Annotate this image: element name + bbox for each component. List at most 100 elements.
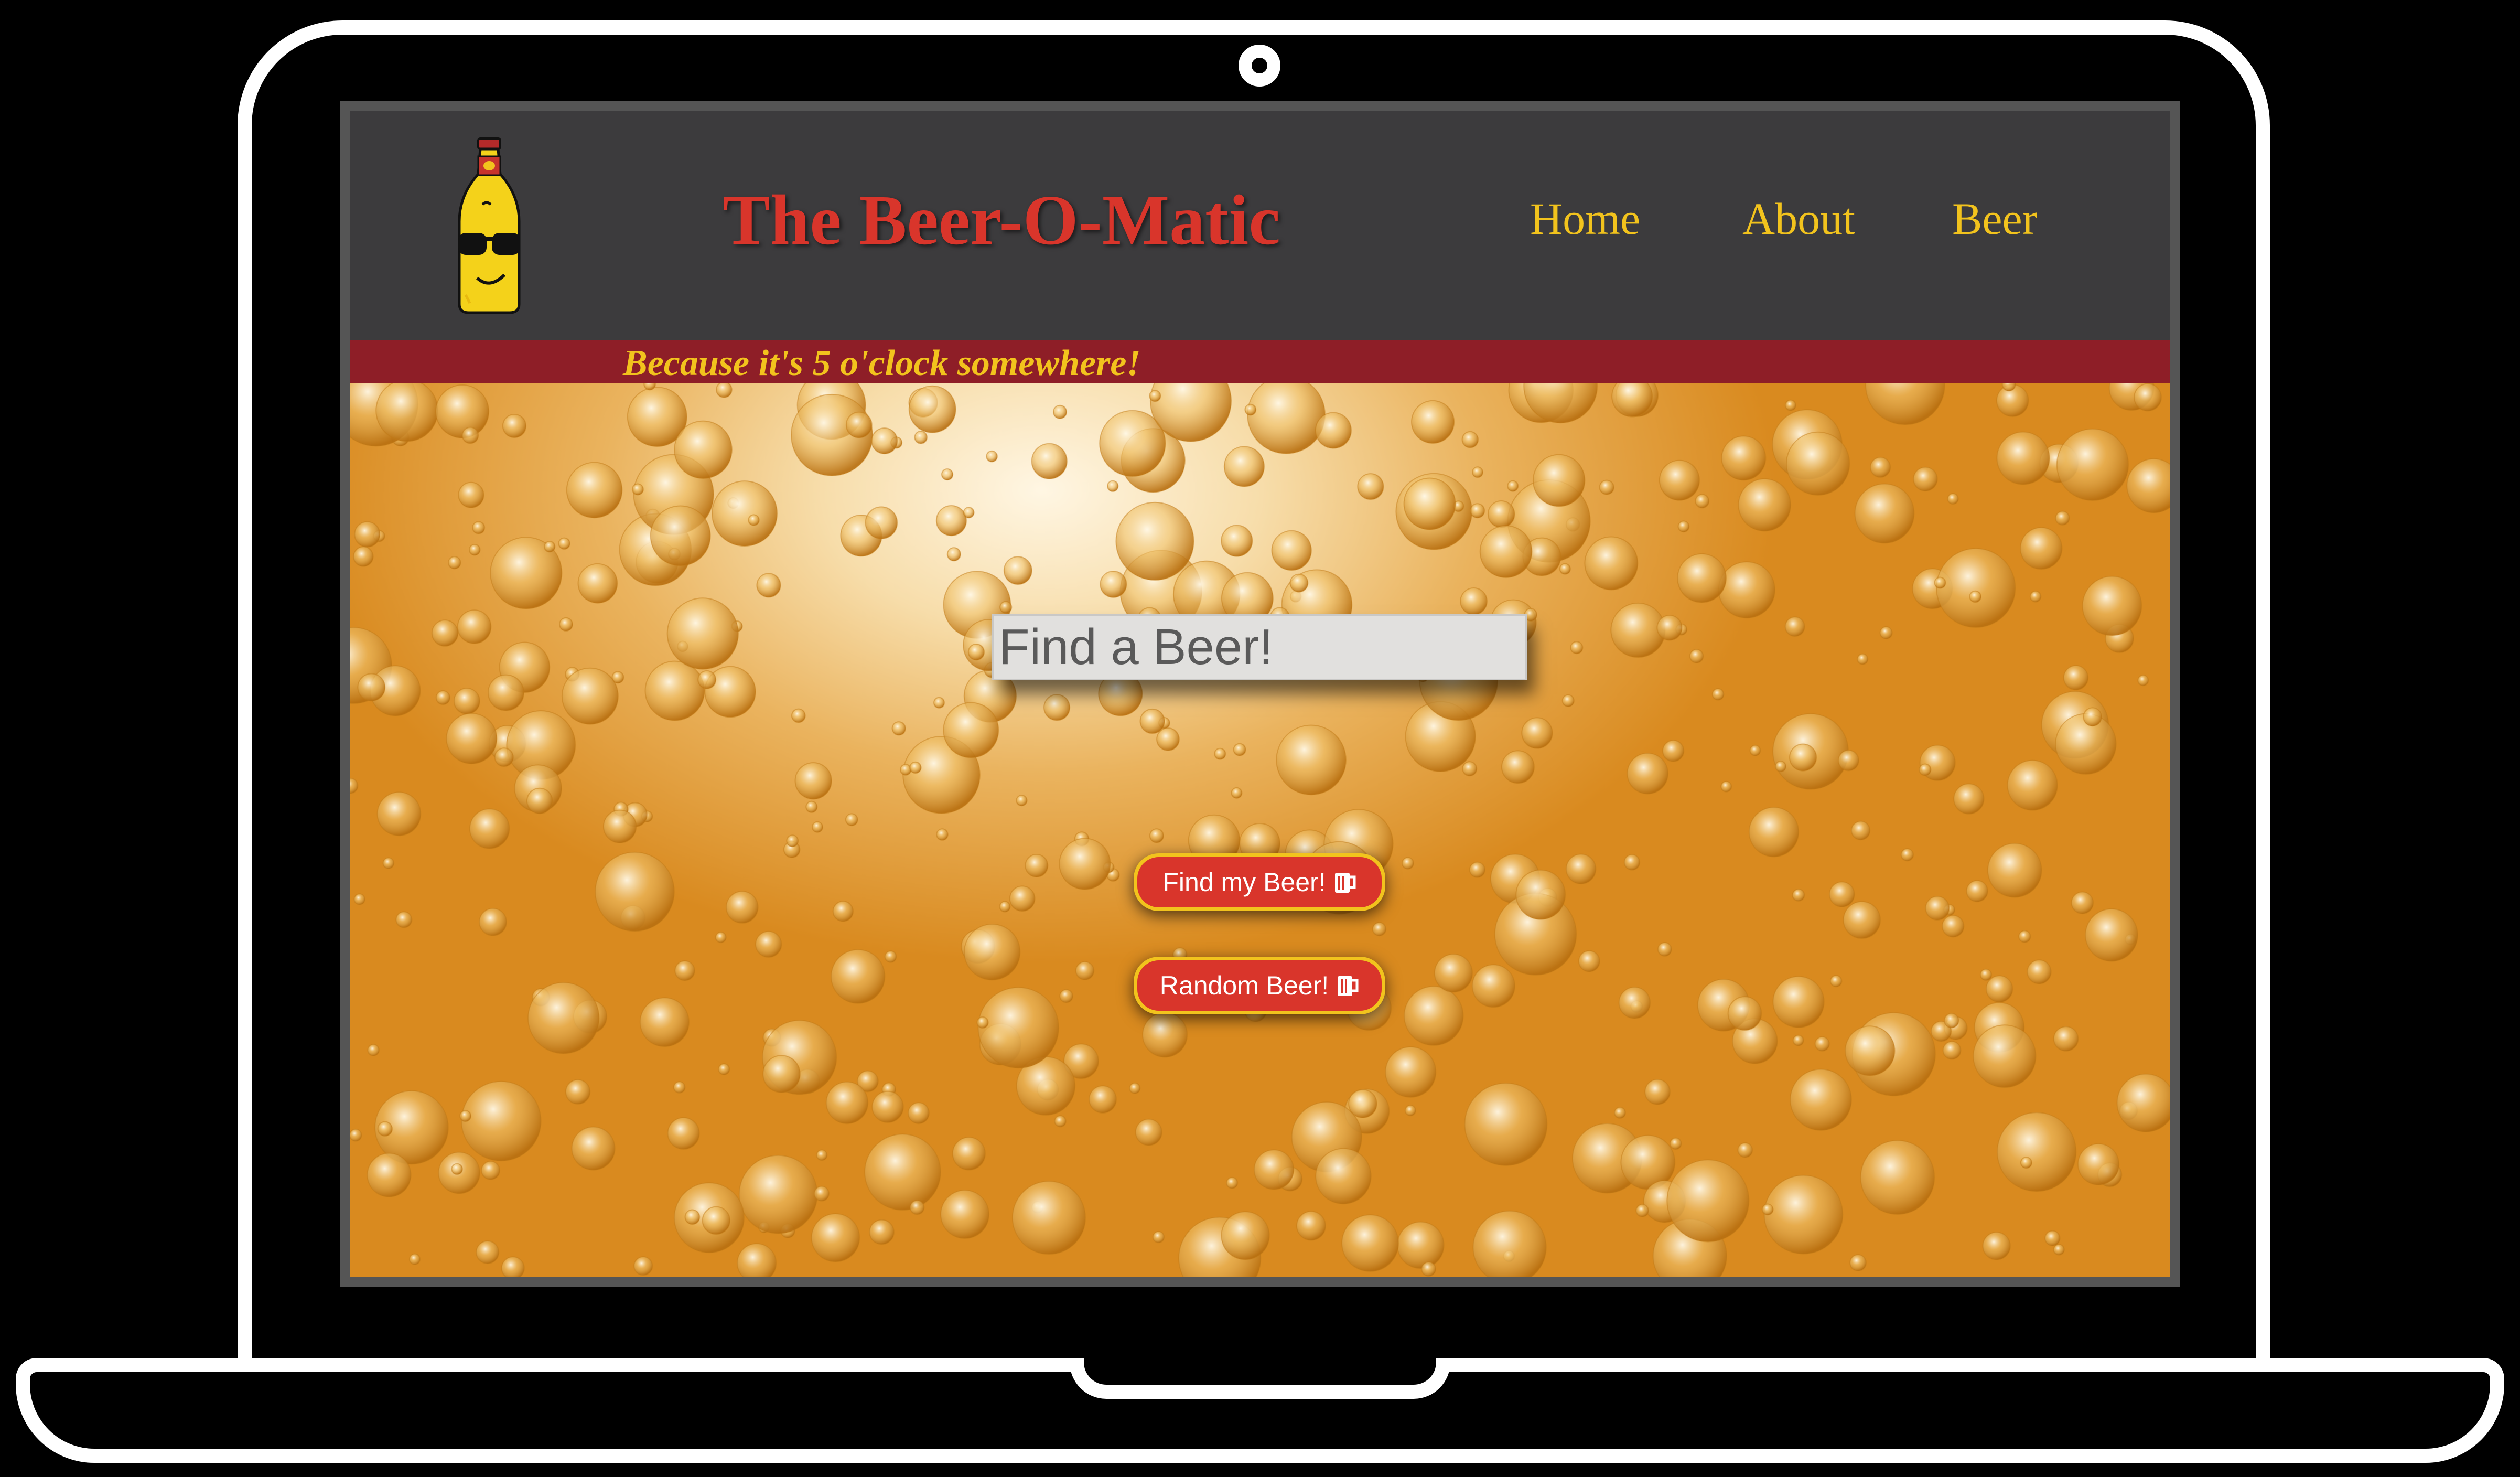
bubble: [481, 1161, 501, 1180]
bubble: [1979, 968, 1993, 981]
bubble: [1149, 390, 1161, 402]
bubble: [1986, 975, 2013, 1003]
bubble: [353, 893, 365, 905]
bubble: [1947, 493, 1959, 505]
nav-link-beer[interactable]: Beer: [1952, 192, 2037, 245]
bubble: [1721, 435, 1767, 481]
bubble: [1879, 626, 1893, 640]
bubble: [451, 1163, 463, 1175]
bubble: [1860, 1140, 1935, 1215]
bubble: [1462, 761, 1478, 777]
bubble: [1016, 795, 1028, 807]
bubble: [1385, 1046, 1437, 1098]
bubble: [1944, 1013, 1959, 1029]
bubble: [786, 834, 799, 848]
bubble: [1854, 483, 1915, 544]
bubble: [435, 384, 490, 438]
bubble: [762, 1055, 801, 1093]
nav-link-home[interactable]: Home: [1530, 192, 1640, 245]
bubble: [1635, 1204, 1649, 1217]
bubble: [1403, 477, 1456, 530]
bubble: [446, 713, 498, 765]
bubble: [1934, 576, 1946, 589]
bubble: [908, 1102, 930, 1125]
bubble: [469, 544, 481, 556]
bubble: [595, 851, 675, 932]
bubble: [1845, 1025, 1896, 1076]
bubble: [1059, 838, 1111, 890]
bubble: [469, 808, 510, 849]
bubble: [1470, 503, 1485, 519]
bubble: [869, 1219, 895, 1245]
bubble: [2053, 1244, 2065, 1256]
bubble: [367, 1044, 380, 1056]
bubble: [476, 1240, 500, 1265]
bubble: [1231, 787, 1243, 799]
hero-section: Find my Beer! Random Beer!: [350, 383, 2170, 1277]
bubble: [1115, 501, 1194, 581]
bubble: [2077, 1143, 2120, 1186]
bubble: [1011, 1181, 1086, 1255]
bubble: [1214, 747, 1226, 760]
bubble: [884, 950, 897, 963]
bubble: [1942, 915, 1965, 938]
bubble: [2055, 510, 2070, 526]
bubble: [1532, 454, 1586, 507]
bubble: [1521, 717, 1553, 749]
nav-link-about[interactable]: About: [1742, 192, 1855, 245]
bubble: [1772, 976, 1825, 1029]
bubble: [845, 411, 873, 438]
search-input[interactable]: [992, 614, 1527, 680]
bubble: [1925, 896, 1950, 921]
tagline-text: Because it's 5 o'clock somewhere!: [623, 343, 1141, 383]
bubble: [702, 1206, 731, 1235]
bubble: [1578, 950, 1600, 972]
bubble: [1054, 1115, 1067, 1128]
bubble: [1226, 1176, 1239, 1189]
bubble: [1973, 1024, 2037, 1088]
bubble: [1982, 1232, 2011, 1260]
bubble: [2063, 665, 2089, 691]
bubble: [566, 462, 623, 519]
bubble: [1749, 744, 1761, 756]
bubble: [1296, 1211, 1326, 1241]
bubble: [718, 1063, 730, 1076]
bubble: [1761, 1203, 1774, 1216]
bubble: [811, 1213, 860, 1262]
bubble: [1786, 431, 1850, 496]
bubble: [1659, 459, 1700, 501]
bubble: [1623, 854, 1641, 871]
random-beer-button[interactable]: Random Beer!: [1134, 957, 1385, 1014]
bubble: [1843, 901, 1881, 939]
bubble: [1792, 889, 1805, 902]
bubble: [1223, 446, 1265, 487]
bubble: [999, 901, 1011, 913]
bubble: [1695, 494, 1710, 509]
bubble: [1829, 975, 1843, 988]
bubble: [963, 507, 975, 519]
bubble: [1052, 404, 1068, 420]
bubble: [1666, 1159, 1750, 1243]
bubble: [1763, 1174, 1844, 1255]
bubble: [1913, 466, 1938, 492]
webcam-icon: [1239, 45, 1280, 87]
bubble: [357, 673, 386, 702]
bubble: [650, 505, 711, 566]
bubble: [526, 787, 553, 815]
bubble: [639, 997, 690, 1047]
bubble: [1738, 478, 1792, 532]
bubble: [1404, 1105, 1416, 1117]
bubble: [964, 924, 1021, 981]
bubble: [1357, 473, 1384, 500]
bubble: [832, 901, 854, 922]
find-beer-button[interactable]: Find my Beer!: [1134, 853, 1385, 911]
bubble: [1565, 853, 1597, 885]
bubble: [1253, 1149, 1295, 1190]
bubble: [933, 697, 945, 709]
bubble: [1461, 431, 1479, 448]
bubble: [715, 932, 727, 944]
find-beer-button-label: Find my Beer!: [1162, 868, 1326, 897]
bubble: [2126, 458, 2170, 513]
bubble: [864, 1133, 941, 1211]
bubble: [1677, 520, 1690, 533]
